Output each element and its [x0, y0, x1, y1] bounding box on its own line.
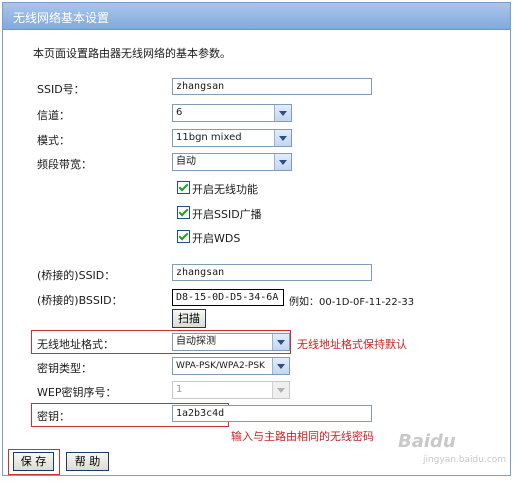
help-button[interactable]: 帮 助	[66, 452, 109, 471]
mode-value: 11bgn mixed	[176, 132, 242, 143]
watermark-url: jingyan.baidu.com	[423, 455, 507, 465]
scan-button[interactable]: 扫描	[172, 309, 206, 328]
wireless-enable-checkbox[interactable]	[177, 181, 190, 194]
chevron-down-icon[interactable]	[274, 130, 291, 146]
key-note: 输入与主路由相同的无线密码	[231, 430, 374, 443]
bridge-bssid-label: (桥接的)BSSID：	[37, 294, 123, 307]
channel-value: 6	[176, 107, 183, 118]
channel-label: 信道：	[37, 109, 70, 122]
ssid-broadcast-label: 开启SSID广播	[192, 208, 262, 221]
key-label: 密钥：	[37, 410, 70, 423]
wep-index-label: WEP密钥序号：	[37, 386, 117, 399]
chevron-down-icon[interactable]	[274, 154, 291, 170]
wep-index-value: 1	[176, 384, 183, 395]
wireless-enable-label: 开启无线功能	[192, 183, 258, 196]
ssid-label: SSID号：	[37, 83, 85, 96]
chevron-down-icon[interactable]	[272, 334, 289, 350]
bridge-bssid-input[interactable]: D8-15-0D-D5-34-6A	[172, 289, 284, 306]
addr-format-value: 自动探测	[176, 336, 216, 347]
wep-index-select: 1	[172, 381, 290, 399]
addr-format-label: 无线地址格式：	[37, 338, 114, 351]
bandwidth-select[interactable]: 自动	[172, 153, 292, 171]
chevron-down-icon	[272, 382, 289, 398]
panel-header: 无线网络基本设置	[3, 3, 510, 30]
settings-panel: 无线网络基本设置 本页面设置路由器无线网络的基本参数。 SSID号： zhang…	[2, 2, 511, 476]
chevron-down-icon[interactable]	[272, 358, 289, 374]
wds-enable-label: 开启WDS	[192, 232, 241, 245]
key-type-label: 密钥类型：	[37, 362, 92, 375]
bssid-example: 例如：00-1D-0F-11-22-33	[289, 297, 415, 308]
channel-select[interactable]: 6	[172, 104, 292, 122]
watermark-logo: Baidu	[398, 431, 456, 452]
wds-enable-checkbox[interactable]	[177, 230, 190, 243]
key-type-value: WPA-PSK/WPA2-PSK	[176, 361, 265, 371]
key-type-select[interactable]: WPA-PSK/WPA2-PSK	[172, 357, 290, 375]
bridge-ssid-input[interactable]: zhangsan	[172, 264, 372, 281]
mode-label: 模式：	[37, 134, 70, 147]
panel-title: 无线网络基本设置	[13, 11, 110, 25]
bandwidth-label: 频段带宽：	[37, 158, 92, 171]
bridge-ssid-label: (桥接的)SSID：	[37, 269, 116, 282]
addr-format-select[interactable]: 自动探测	[172, 333, 290, 351]
ssid-broadcast-checkbox[interactable]	[177, 206, 190, 219]
ssid-input[interactable]: zhangsan	[172, 78, 372, 95]
intro-text: 本页面设置路由器无线网络的基本参数。	[33, 47, 231, 60]
mode-select[interactable]: 11bgn mixed	[172, 129, 292, 147]
save-button[interactable]: 保 存	[13, 452, 54, 471]
bandwidth-value: 自动	[176, 156, 196, 167]
key-input[interactable]: 1a2b3c4d	[172, 405, 372, 422]
addr-format-note: 无线地址格式保持默认	[297, 338, 407, 351]
chevron-down-icon[interactable]	[274, 105, 291, 121]
